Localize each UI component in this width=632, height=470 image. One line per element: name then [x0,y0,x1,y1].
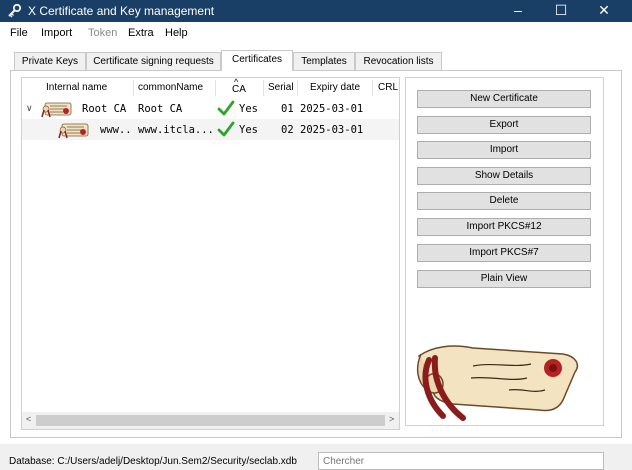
tab-certificates[interactable]: Certificates [221,50,293,71]
menu-token[interactable]: Token [88,27,117,39]
window-title: X Certificate and Key management [28,4,215,18]
horizontal-scrollbar[interactable]: < > [22,412,399,429]
scroll-left-icon[interactable]: < [26,414,31,424]
column-separator [372,80,373,96]
column-separator [297,80,298,96]
column-separator [133,80,134,96]
export-button[interactable]: Export [417,116,591,134]
cell-internal-name: Root CA [82,103,127,115]
check-icon [217,121,235,137]
database-path: Database: C:/Users/adelj/Desktop/Jun.Sem… [9,456,297,467]
close-button[interactable]: ✕ [584,0,624,22]
title-bar: X Certificate and Key management – ☐ ✕ [0,0,632,22]
chevron-down-icon[interactable]: ∨ [26,103,33,114]
maximize-button[interactable]: ☐ [541,0,581,22]
tab-certificate-signing-requests[interactable]: Certificate signing requests [86,52,221,70]
column-crl[interactable]: CRL [378,82,398,93]
cell-serial: 02 [281,124,294,136]
column-ca[interactable]: CA [232,84,246,95]
plain-view-button[interactable]: Plain View [417,270,591,288]
column-common-name[interactable]: commonName [138,82,203,93]
minimize-button[interactable]: – [498,0,538,22]
column-separator [263,80,264,96]
certificate-tree[interactable]: Internal name commonName ^ CA Serial Exp… [21,77,400,430]
cell-common-name: www.itcla... [138,124,214,136]
tab-bar: Private Keys Certificate signing request… [14,50,632,71]
menu-help[interactable]: Help [165,27,188,39]
import-pkcs7-button[interactable]: Import PKCS#7 [417,244,591,262]
new-certificate-button[interactable]: New Certificate [417,90,591,108]
search-input[interactable] [318,452,604,470]
menu-extra[interactable]: Extra [128,27,154,39]
cell-common-name: Root CA [138,103,183,115]
tab-private-keys[interactable]: Private Keys [14,52,86,70]
scroll-seal-logo [416,345,579,421]
cell-internal-name: www... [100,124,132,136]
cell-expiry-date: 2025-03-01 [300,103,364,115]
column-internal-name[interactable]: Internal name [46,82,107,93]
certificate-scroll-icon [58,123,89,139]
menu-bar: File Import Token Extra Help [0,22,632,44]
check-icon [217,100,235,116]
app-key-icon [8,3,22,18]
menu-import[interactable]: Import [41,27,72,39]
scrollbar-thumb[interactable] [36,415,385,426]
cell-serial: 01 [281,103,294,115]
show-details-button[interactable]: Show Details [417,167,591,185]
tab-revocation-lists[interactable]: Revocation lists [355,52,442,70]
certificate-scroll-icon [41,102,72,118]
table-row[interactable]: ∨ Root CA Root CA Yes 01 2025-03-01 [22,98,399,119]
scroll-right-icon[interactable]: > [389,414,394,424]
cell-expiry-date: 2025-03-01 [300,124,364,136]
tab-templates[interactable]: Templates [293,52,355,70]
import-pkcs12-button[interactable]: Import PKCS#12 [417,218,591,236]
column-expiry-date[interactable]: Expiry date [310,82,360,93]
cell-ca: Yes [239,103,258,115]
table-row[interactable]: www... www.itcla... Yes 02 2025-03-01 [22,119,399,140]
cell-ca: Yes [239,124,258,136]
column-separator [215,80,216,96]
column-serial[interactable]: Serial [268,82,294,93]
delete-button[interactable]: Delete [417,192,591,210]
menu-file[interactable]: File [10,27,28,39]
import-button[interactable]: Import [417,141,591,159]
background-window-strip [622,44,632,444]
